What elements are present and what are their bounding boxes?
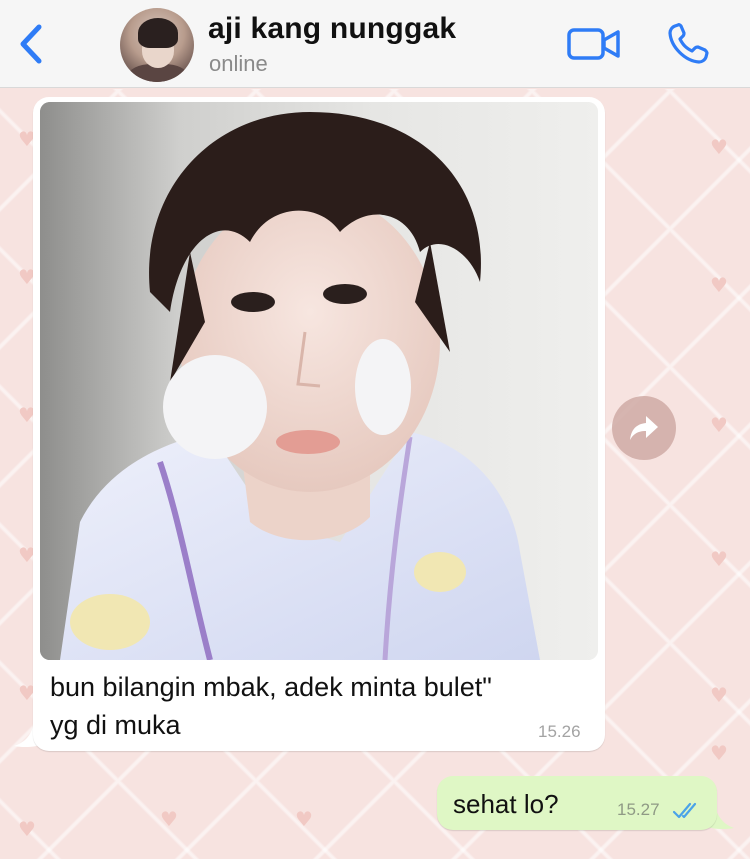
heart-decoration-icon: ♥	[710, 413, 728, 437]
contact-status: online	[209, 51, 268, 76]
outgoing-message-text: sehat lo?	[453, 789, 559, 819]
heart-decoration-icon: ♥	[710, 683, 728, 707]
phone-icon	[668, 22, 709, 64]
heart-decoration-icon: ♥	[710, 741, 728, 765]
double-check-read-icon	[672, 802, 697, 819]
avatar[interactable]	[120, 8, 194, 82]
voice-call-button[interactable]	[666, 22, 712, 66]
video-camera-icon	[567, 28, 620, 60]
chevron-left-icon	[20, 24, 42, 64]
photo-caption: bun bilangin mbak, adek minta bulet" yg …	[50, 668, 590, 744]
video-call-button[interactable]	[566, 26, 622, 62]
heart-decoration-icon: ♥	[710, 135, 728, 159]
forward-button[interactable]	[612, 396, 676, 460]
incoming-timestamp: 15.26	[538, 722, 581, 741]
share-arrow-icon	[630, 416, 658, 440]
caption-line-1: bun bilangin mbak, adek minta bulet"	[50, 672, 492, 702]
heart-decoration-icon: ♥	[710, 273, 728, 297]
heart-decoration-icon: ♥	[18, 817, 36, 841]
message-photo[interactable]	[40, 102, 598, 660]
heart-decoration-icon: ♥	[295, 807, 313, 831]
contact-name[interactable]: aji kang nunggak	[208, 12, 456, 46]
heart-decoration-icon: ♥	[710, 547, 728, 571]
back-button[interactable]	[14, 22, 48, 66]
outgoing-timestamp: 15.27	[617, 800, 660, 819]
chat-header: aji kang nunggak online	[0, 0, 750, 88]
heart-decoration-icon: ♥	[160, 807, 178, 831]
caption-line-2: yg di muka	[50, 710, 181, 740]
